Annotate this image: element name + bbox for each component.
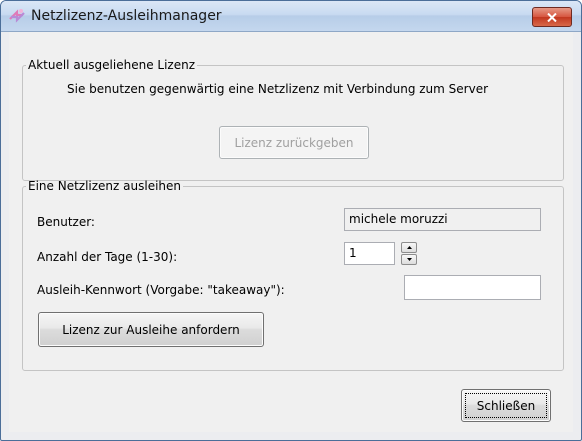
user-field[interactable]: michele moruzzi (344, 208, 541, 231)
request-borrow-button[interactable]: Lizenz zur Ausleihe anfordern (38, 312, 264, 347)
return-license-button[interactable]: Lizenz zurückgeben (219, 126, 369, 159)
arrow-down-icon (406, 258, 412, 261)
title-bar[interactable]: Netzlizenz-Ausleihmanager (1, 1, 581, 32)
dialog-window: Netzlizenz-Ausleihmanager Aktuell ausgel… (0, 0, 582, 441)
user-label: Benutzer: (37, 215, 95, 229)
current-license-legend: Aktuell ausgeliehene Lizenz (28, 58, 195, 72)
dialog-body: Aktuell ausgeliehene Lizenz Sie benutzen… (9, 32, 573, 432)
window-close-button[interactable] (532, 7, 572, 27)
borrow-license-group: Eine Netzlizenz ausleihen Benutzer: mich… (22, 179, 564, 371)
days-spin-down[interactable] (401, 254, 417, 265)
current-license-info: Sie benutzen gegenwärtig eine Netzlizenz… (67, 82, 489, 96)
focus-indicator (465, 393, 547, 418)
window-title: Netzlizenz-Ausleihmanager (31, 8, 222, 24)
close-button[interactable]: Schließen (461, 389, 551, 422)
current-license-group: Aktuell ausgeliehene Lizenz Sie benutzen… (22, 58, 564, 181)
borrow-license-legend: Eine Netzlizenz ausleihen (28, 179, 182, 193)
password-field[interactable] (404, 275, 541, 300)
days-field[interactable]: 1 (344, 242, 395, 265)
days-spin-up[interactable] (401, 242, 417, 253)
network-license-icon (9, 9, 25, 23)
days-label: Anzahl der Tage (1-30): (37, 250, 178, 264)
close-icon (547, 12, 557, 22)
password-label: Ausleih-Kennwort (Vorgabe: "takeaway"): (37, 283, 285, 297)
arrow-up-icon (406, 246, 412, 249)
